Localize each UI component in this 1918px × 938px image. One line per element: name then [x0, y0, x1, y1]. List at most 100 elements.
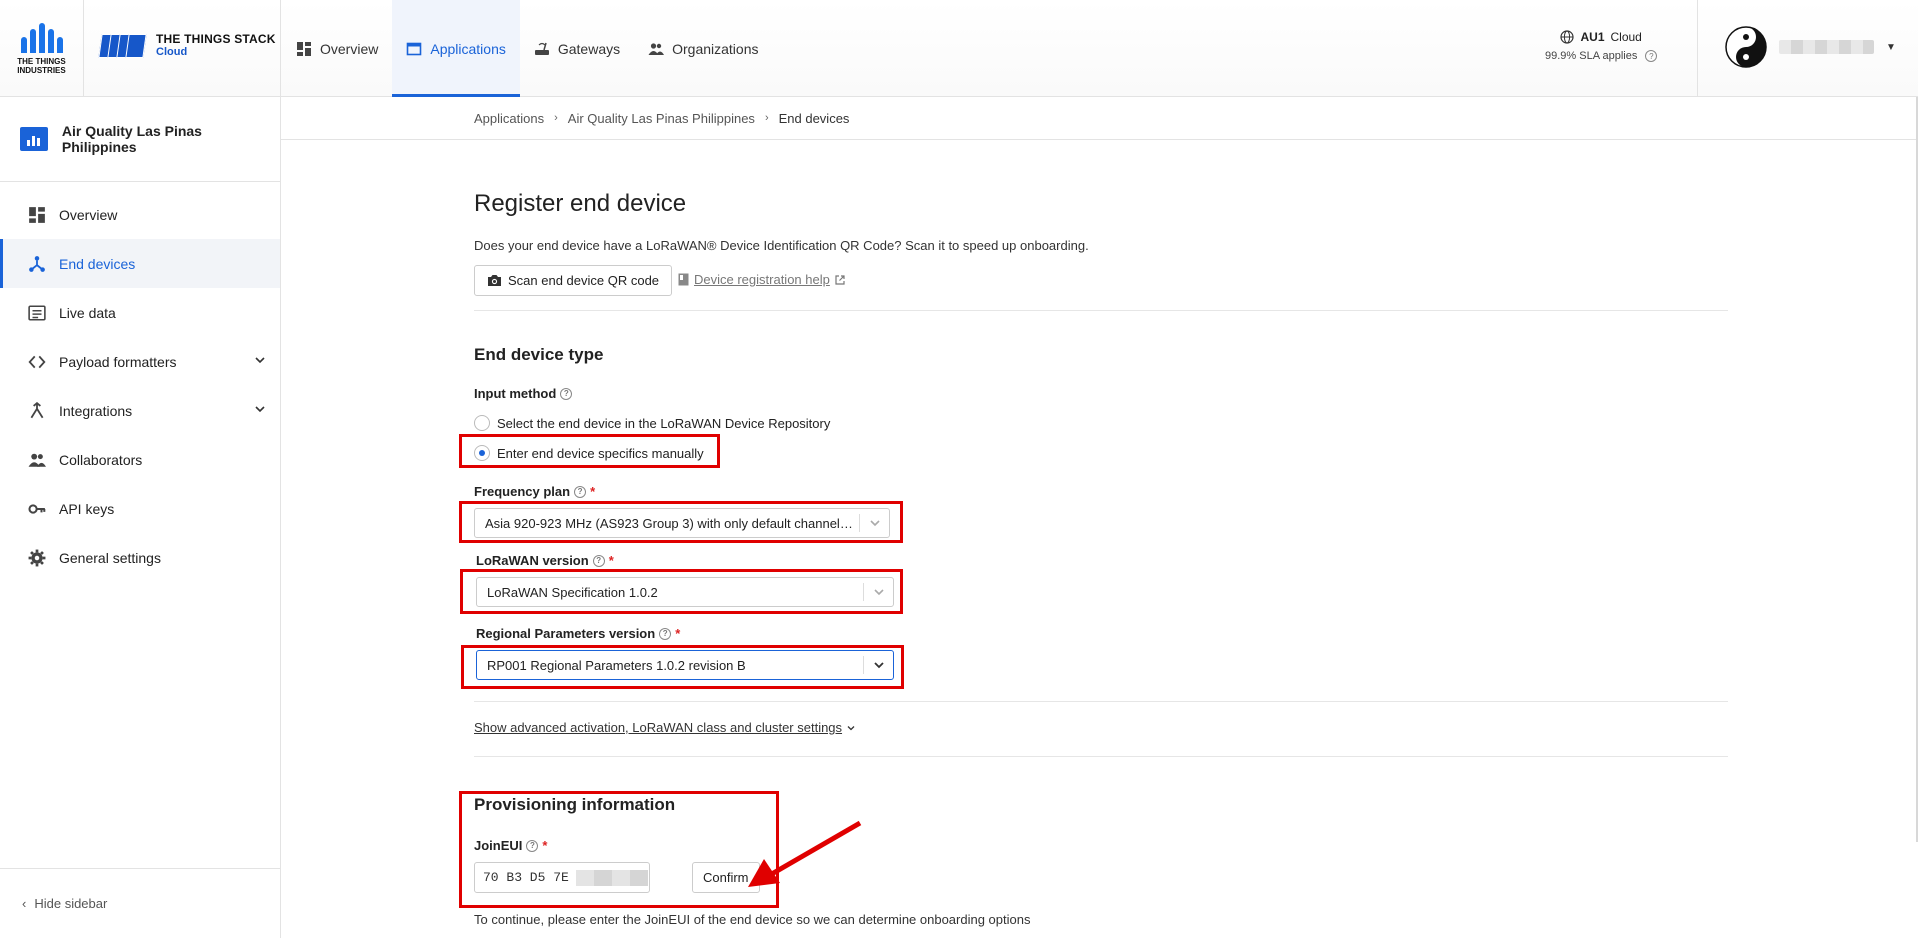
code-brackets-icon [28, 355, 46, 368]
dashboard-icon [29, 206, 45, 223]
input-method-label: Input method ? [474, 386, 573, 401]
regional-parameters-label: Regional Parameters version ? * [476, 626, 681, 641]
regional-parameters-value: RP001 Regional Parameters 1.0.2 revision… [487, 657, 746, 673]
nav-applications[interactable]: Applications [392, 0, 520, 97]
breadcrumb-application[interactable]: Air Quality Las Pinas Philippines [568, 111, 755, 126]
help-icon[interactable]: ? [592, 554, 605, 567]
book-icon [678, 273, 689, 286]
tts-logo-title: THE THINGS STACK [156, 31, 276, 46]
avatar [1725, 26, 1767, 68]
tti-logo[interactable]: THE THINGS INDUSTRIES [0, 0, 84, 97]
chevron-down-icon [859, 514, 889, 532]
hide-sidebar-button[interactable]: ‹ Hide sidebar [0, 868, 280, 938]
help-icon[interactable]: ? [659, 627, 672, 640]
sidebar-item-label: Integrations [59, 402, 133, 419]
sidebar-item-integrations[interactable]: Integrations [0, 386, 280, 435]
sidebar-item-payload-formatters[interactable]: Payload formatters [0, 337, 280, 386]
chevron-down-icon [863, 656, 893, 674]
gateway-router-icon [534, 42, 549, 55]
application-window-icon [407, 42, 422, 55]
chevron-right-icon: › [764, 112, 769, 124]
help-icon[interactable]: ? [1645, 50, 1658, 62]
end-device-type-heading: End device type [474, 345, 604, 364]
sidebar-item-label: Overview [59, 206, 118, 223]
scan-qr-button[interactable]: Scan end device QR code [474, 265, 673, 296]
frequency-plan-value: Asia 920-923 MHz (AS923 Group 3) with on… [485, 515, 859, 531]
qr-description: Does your end device have a LoRaWAN® Dev… [474, 238, 1089, 253]
show-advanced-settings-link[interactable]: Show advanced activation, LoRaWAN class … [474, 720, 856, 735]
confirm-joineui-button[interactable]: Confirm [692, 862, 760, 893]
nav-gateways[interactable]: Gateways [520, 0, 634, 97]
regional-parameters-select[interactable]: RP001 Regional Parameters 1.0.2 revision… [476, 650, 894, 680]
sidebar-app-header[interactable]: Air Quality Las Pinas Philippines [0, 97, 280, 182]
list-data-icon [28, 304, 46, 321]
sidebar-item-collaborators[interactable]: Collaborators [0, 435, 280, 484]
frequency-plan-select[interactable]: Asia 920-923 MHz (AS923 Group 3) with on… [474, 508, 890, 538]
nav-organizations[interactable]: Organizations [634, 0, 772, 97]
tts-logo-subtitle: Cloud [156, 45, 188, 58]
region-code: AU1 [1580, 30, 1605, 44]
tts-logo-icon [98, 30, 147, 60]
scan-qr-label: Scan end device QR code [508, 273, 660, 288]
help-icon[interactable]: ? [560, 387, 573, 400]
sidebar-item-api-keys[interactable]: API keys [0, 484, 280, 533]
radio-label: Enter end device specifics manually [497, 445, 704, 461]
joineui-redacted [575, 869, 648, 886]
device-hub-icon [29, 255, 45, 272]
sla-text: 99.9% SLA applies [1545, 50, 1638, 62]
breadcrumb: Applications › Air Quality Las Pinas Phi… [281, 97, 1918, 140]
radio-button[interactable] [474, 415, 490, 431]
sidebar-item-label: Collaborators [59, 451, 143, 468]
chevron-down-icon[interactable] [254, 354, 266, 366]
sidebar-item-end-devices[interactable]: End devices [0, 239, 280, 288]
radio-device-repository[interactable]: Select the end device in the LoRaWAN Dev… [474, 415, 830, 431]
continue-hint: To continue, please enter the JoinEUI of… [474, 912, 1031, 927]
gear-icon [28, 549, 46, 566]
sidebar-item-general-settings[interactable]: General settings [0, 533, 280, 582]
required-marker: * [675, 626, 681, 641]
help-link-label: Device registration help [694, 272, 830, 287]
nav-overview[interactable]: Overview [282, 0, 392, 97]
chevron-down-icon[interactable] [254, 403, 266, 415]
globe-icon [1560, 30, 1575, 44]
breadcrumb-applications[interactable]: Applications [474, 111, 544, 126]
topbar-divider [280, 0, 281, 97]
region-indicator[interactable]: AU1 Cloud 99.9% SLA applies ? [1545, 30, 1658, 62]
sidebar-item-overview[interactable]: Overview [0, 190, 280, 239]
breadcrumb-end-devices: End devices [778, 110, 850, 126]
sidebar-item-label: End devices [59, 255, 136, 272]
chevron-down-icon [847, 725, 855, 730]
hide-sidebar-label: Hide sidebar [34, 896, 108, 911]
joineui-value: 70 B3 D5 7E [483, 870, 569, 885]
radio-manual[interactable]: Enter end device specifics manually [474, 445, 704, 461]
people-group-icon [648, 42, 665, 55]
sidebar-item-label: General settings [59, 549, 161, 566]
external-link-icon [835, 274, 845, 285]
user-name-redacted [1779, 40, 1874, 54]
joineui-label: JoinEUI ? * [474, 838, 548, 853]
joineui-input[interactable]: 70 B3 D5 7E [474, 862, 650, 893]
required-marker: * [542, 838, 548, 853]
lorawan-version-label: LoRaWAN version ? * [476, 553, 614, 568]
sidebar-item-label: Payload formatters [59, 353, 177, 370]
sidebar-item-label: Live data [59, 304, 116, 321]
help-icon[interactable]: ? [574, 485, 587, 498]
divider [474, 701, 1728, 702]
user-divider [1697, 0, 1698, 97]
nav-organizations-label: Organizations [672, 40, 759, 57]
lorawan-version-select[interactable]: LoRaWAN Specification 1.0.2 [476, 577, 894, 607]
sidebar-item-live-data[interactable]: Live data [0, 288, 280, 337]
user-menu[interactable]: ▼ [1725, 26, 1896, 68]
required-marker: * [590, 484, 596, 499]
people-group-icon [28, 453, 46, 467]
chevron-right-icon: › [554, 112, 558, 124]
chevron-down-icon [863, 583, 893, 601]
divider [474, 310, 1728, 311]
sidebar: Air Quality Las Pinas Philippines Overvi… [0, 97, 281, 938]
device-registration-help-link[interactable]: Device registration help [678, 272, 845, 287]
tts-logo[interactable]: THE THINGS STACK Cloud [98, 30, 276, 60]
dashboard-icon [297, 41, 311, 56]
help-icon[interactable]: ? [526, 839, 539, 852]
radio-button-checked[interactable] [474, 445, 490, 461]
app-name: Air Quality Las Pinas Philippines [61, 123, 202, 155]
